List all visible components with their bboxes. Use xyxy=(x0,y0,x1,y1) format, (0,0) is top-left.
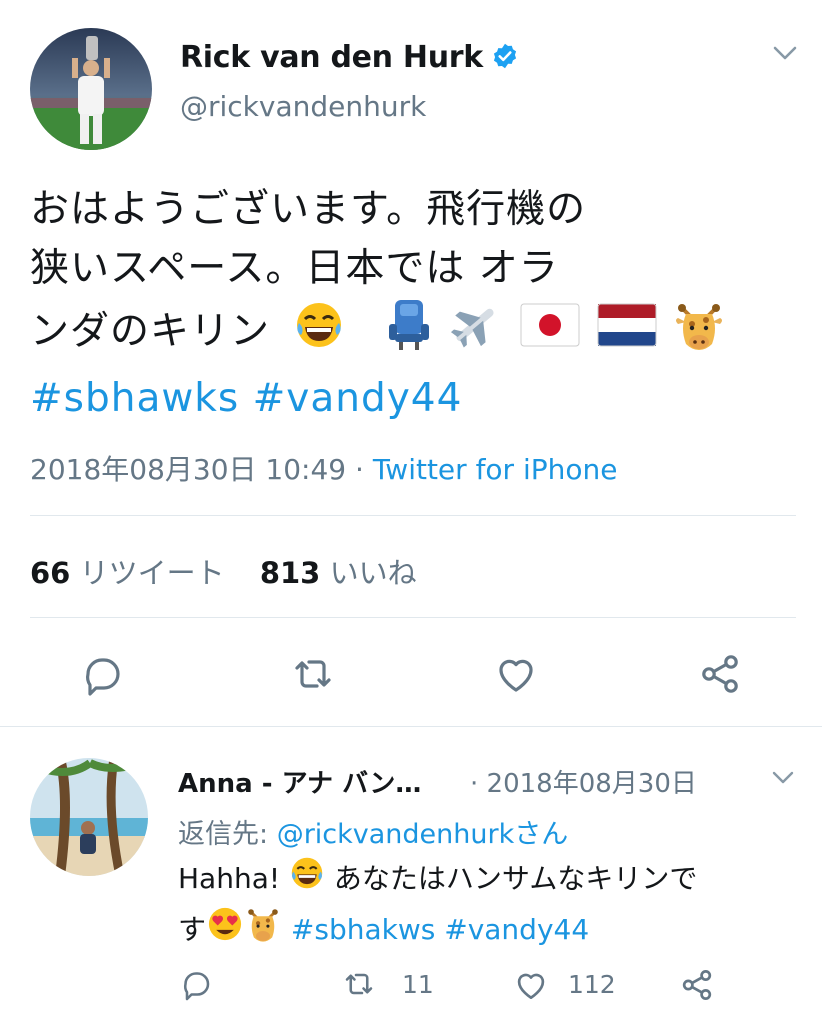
reply-hashtags[interactable]: #sbhakws #vandy44 xyxy=(282,913,589,946)
tweet-stats: 66 リツイート 813 いいね xyxy=(30,550,417,592)
retweet-icon[interactable] xyxy=(340,966,378,1006)
retweet-label: リツイート xyxy=(79,556,225,590)
japan-flag-icon xyxy=(520,303,580,364)
laughing-tears-emoji-icon xyxy=(289,855,325,905)
reply-like-count: 112 xyxy=(568,970,616,999)
giraffe-emoji-icon xyxy=(672,298,726,369)
author-name-text[interactable]: Rick van den Hurk xyxy=(180,40,483,75)
reply-text-part: あなたはハンサムなキリンで xyxy=(325,862,698,895)
reply-icon[interactable] xyxy=(78,650,128,700)
author-handle[interactable]: @rickvandenhurk xyxy=(180,90,426,123)
reply-date[interactable]: · 2018年08月30日 xyxy=(470,763,697,800)
meta-separator: · xyxy=(355,453,364,486)
airplane-emoji-icon xyxy=(448,298,502,369)
tweet-text: おはようございます。飛行機の 狭いスペース。日本では オラ ンダのキリン #sb… xyxy=(30,180,800,428)
tweet-text-line: おはようございます。飛行機の xyxy=(30,187,587,232)
retweet-stat[interactable]: 66 リツイート xyxy=(30,556,225,590)
reply-retweet-count: 11 xyxy=(402,970,434,999)
reply-avatar[interactable] xyxy=(30,758,148,876)
like-label: いいね xyxy=(329,556,417,590)
laughing-tears-emoji-icon xyxy=(293,299,345,368)
seat-emoji-icon xyxy=(387,298,431,369)
reply-text: Hahha! あなたはハンサムなキリンで す #sbhakws #vandy44 xyxy=(178,855,798,957)
tweet-text-line: 狭いスペース。日本では オラ xyxy=(30,246,559,291)
heart-icon[interactable] xyxy=(492,650,542,700)
tweet-hashtags[interactable]: #sbhawks #vandy44 xyxy=(30,369,800,428)
reply-context: 返信先: @rickvandenhurkさん xyxy=(178,812,568,851)
share-icon[interactable] xyxy=(696,650,746,700)
like-count: 813 xyxy=(259,556,321,590)
reply-author-name[interactable]: Anna - アナ バン… xyxy=(178,763,421,800)
reply-text-part: す xyxy=(178,913,207,946)
heart-eyes-emoji-icon xyxy=(206,905,244,957)
reply-prefix: 返信先: xyxy=(178,819,277,850)
heart-icon[interactable] xyxy=(512,966,550,1008)
like-stat[interactable]: 813 いいね xyxy=(260,556,417,590)
giraffe-emoji-icon xyxy=(244,905,282,957)
tweet-source[interactable]: Twitter for iPhone xyxy=(373,453,618,486)
author-name[interactable]: Rick van den Hurk xyxy=(180,40,519,78)
retweet-icon[interactable] xyxy=(288,650,338,700)
reply-text-part: Hahha! xyxy=(178,862,289,895)
tweet-separator xyxy=(0,726,822,727)
chevron-down-icon[interactable] xyxy=(770,768,796,790)
tweet-meta: 2018年08月30日 10:49 · Twitter for iPhone xyxy=(30,448,618,488)
verified-badge-icon xyxy=(491,42,519,78)
reply-to-link[interactable]: @rickvandenhurkさん xyxy=(277,819,569,850)
divider xyxy=(30,617,796,618)
tweet-text-part: ンダのキリン xyxy=(30,309,271,354)
tweet-text-line: ンダのキリン xyxy=(30,298,800,369)
share-icon[interactable] xyxy=(678,966,716,1008)
divider xyxy=(30,515,796,516)
reply-icon[interactable] xyxy=(178,966,214,1006)
tweet-timestamp[interactable]: 2018年08月30日 10:49 xyxy=(30,453,346,486)
author-avatar[interactable] xyxy=(30,28,152,150)
netherlands-flag-icon xyxy=(597,303,657,364)
retweet-count: 66 xyxy=(30,556,71,590)
chevron-down-icon[interactable] xyxy=(770,42,800,68)
